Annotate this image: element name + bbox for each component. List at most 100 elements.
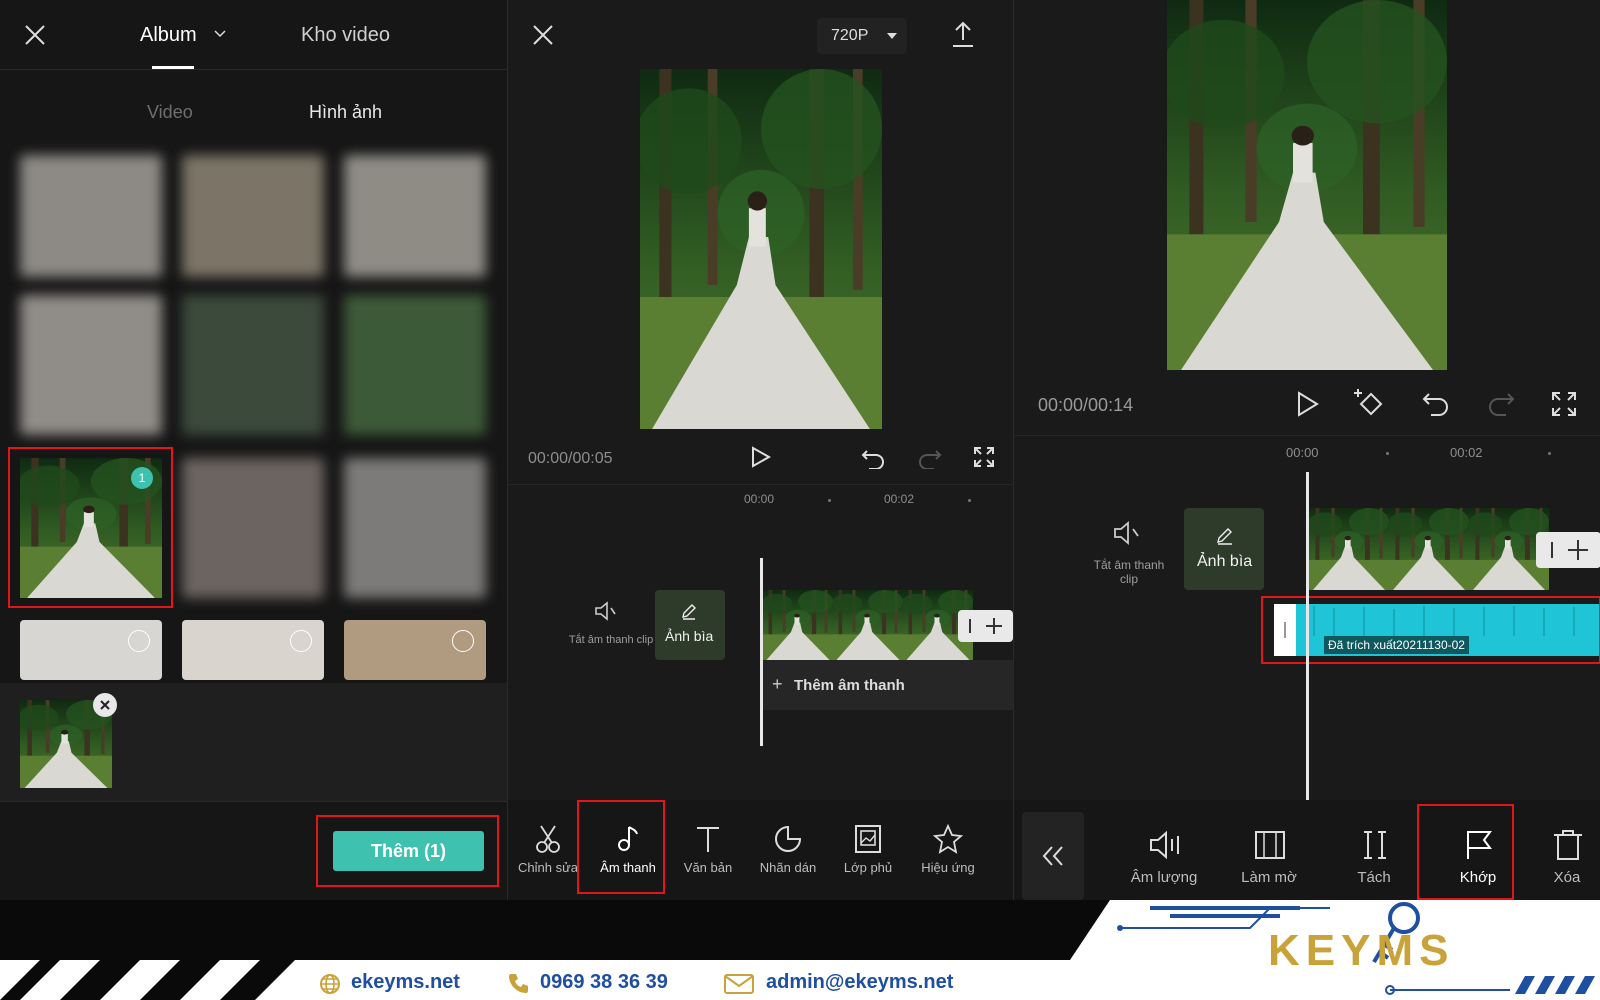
- timecode: 00:00/00:05: [528, 450, 613, 467]
- resolution-select[interactable]: 720P: [817, 18, 907, 54]
- clip-frame[interactable]: [833, 590, 903, 660]
- media-thumbnail[interactable]: [182, 295, 324, 435]
- sub-tab-video[interactable]: Video: [147, 102, 193, 123]
- back-button[interactable]: [1022, 812, 1084, 900]
- fade-icon: [1255, 831, 1285, 859]
- video-preview: [1167, 0, 1447, 370]
- footer-phone[interactable]: 0969 38 36 39: [540, 971, 668, 994]
- close-icon[interactable]: [532, 24, 554, 46]
- divider: [508, 484, 1013, 485]
- plus-icon: +: [772, 674, 783, 694]
- clip-frame[interactable]: [1309, 508, 1389, 590]
- tab-album[interactable]: Album: [140, 24, 197, 47]
- logo-text: KEYMS: [1268, 926, 1455, 975]
- resolution-value: 720P: [831, 27, 869, 44]
- album-picker-panel: Album Kho video Video Hình ảnh 1 Thêm (1…: [0, 0, 507, 900]
- divider: [1014, 435, 1600, 436]
- media-thumbnail[interactable]: [344, 155, 486, 277]
- select-circle[interactable]: [128, 630, 150, 652]
- tab-video-library[interactable]: Kho video: [301, 24, 390, 47]
- playhead[interactable]: [1306, 472, 1309, 802]
- clip-frame[interactable]: [1389, 508, 1469, 590]
- play-icon[interactable]: [1296, 391, 1320, 417]
- audio-edit-panel: 00:00/00:14 00:00 00:02 Tắt âm thanh cli…: [1013, 0, 1600, 900]
- fullscreen-icon[interactable]: [1551, 391, 1577, 417]
- globe-icon: [320, 974, 340, 994]
- highlight-box: [8, 447, 173, 608]
- footer-website[interactable]: ekeyms.net: [351, 971, 460, 994]
- sticker-icon: [775, 825, 802, 852]
- add-audio-label: Thêm âm thanh: [794, 677, 905, 694]
- tool-label: Làm mờ: [1241, 869, 1297, 886]
- highlight-box: [1417, 804, 1514, 900]
- tool-label: Nhãn dán: [759, 860, 817, 875]
- media-thumbnail[interactable]: [20, 155, 162, 277]
- media-thumbnail[interactable]: [182, 458, 324, 598]
- cover-label: Ảnh bìa: [1197, 553, 1253, 570]
- tool-label: Hiệu ứng: [921, 860, 975, 875]
- ruler-dot: [968, 499, 971, 502]
- tool-label: Chỉnh sửa: [517, 860, 578, 875]
- redo-icon[interactable]: [1487, 390, 1515, 416]
- cover-label: Ảnh bìa: [665, 628, 714, 644]
- speaker-icon[interactable]: [1112, 520, 1142, 546]
- ruler-tick-label: 00:00: [744, 492, 775, 506]
- highlight-box: [316, 815, 499, 887]
- playhead[interactable]: [760, 558, 763, 746]
- export-icon[interactable]: [951, 20, 975, 48]
- overlay-icon: [855, 825, 881, 853]
- keyms-logo: KEYMS: [1268, 902, 1488, 980]
- effects-icon: [932, 824, 964, 854]
- editor-panel: 720P 00:00/00:05 00:00 00:02 Tắt âm than…: [507, 0, 1013, 900]
- highlight-box: [577, 800, 665, 894]
- ruler-dot: [1548, 452, 1551, 455]
- media-thumbnail[interactable]: [182, 155, 324, 277]
- footer-email[interactable]: admin@ekeyms.net: [766, 971, 953, 994]
- undo-icon[interactable]: [861, 447, 885, 469]
- keyframe-icon[interactable]: [1353, 386, 1389, 420]
- media-thumbnail[interactable]: [344, 295, 486, 435]
- volume-icon: [1150, 830, 1179, 860]
- scissors-icon: [536, 825, 560, 853]
- remove-icon[interactable]: [93, 693, 117, 717]
- tool-label: Xóa: [1553, 869, 1581, 886]
- text-icon: [697, 827, 719, 852]
- divider: [0, 69, 507, 70]
- footer-banner: ekeyms.net 0969 38 36 39 admin@ekeyms.ne…: [0, 900, 1600, 1000]
- ruler-tick-label: 00:02: [884, 492, 915, 506]
- mail-icon: [724, 974, 754, 994]
- edit-icon: [1217, 528, 1232, 545]
- cover-button[interactable]: Ảnh bìa: [655, 590, 725, 660]
- caret-down-icon: [887, 33, 897, 39]
- select-circle[interactable]: [290, 630, 312, 652]
- double-chevron-left-icon: [1042, 846, 1063, 866]
- chevron-down-icon[interactable]: [214, 30, 226, 38]
- ruler-tick-label: 00:02: [1450, 445, 1483, 460]
- divider: [0, 801, 507, 802]
- sub-tab-images[interactable]: Hình ảnh: [309, 102, 382, 123]
- redo-icon[interactable]: [918, 447, 942, 469]
- edit-icon: [682, 604, 696, 620]
- media-thumbnail[interactable]: [344, 458, 486, 598]
- select-circle[interactable]: [452, 630, 474, 652]
- timecode: 00:00/00:14: [1038, 395, 1134, 415]
- mute-clip-label: Tắt âm thanh clip: [1093, 558, 1165, 586]
- speaker-icon[interactable]: [593, 600, 619, 622]
- add-audio-track[interactable]: + Thêm âm thanh: [760, 660, 1013, 710]
- split-icon: [1364, 831, 1386, 859]
- undo-icon[interactable]: [1422, 390, 1450, 416]
- close-icon[interactable]: [24, 24, 46, 46]
- fullscreen-icon[interactable]: [973, 446, 995, 468]
- tool-label: Văn bản: [683, 860, 733, 875]
- mute-clip-label: Tắt âm thanh clip: [568, 634, 654, 646]
- cover-button[interactable]: Ảnh bìa: [1184, 508, 1264, 590]
- phone-icon: [509, 974, 528, 993]
- clip-frame[interactable]: [763, 590, 833, 660]
- add-clip-button[interactable]: [958, 610, 1013, 642]
- media-thumbnail[interactable]: [20, 295, 162, 435]
- play-icon[interactable]: [751, 446, 771, 468]
- tool-label: Âm lượng: [1130, 869, 1198, 886]
- ruler-dot: [828, 499, 831, 502]
- add-clip-button[interactable]: [1536, 532, 1600, 568]
- video-preview: [640, 69, 882, 429]
